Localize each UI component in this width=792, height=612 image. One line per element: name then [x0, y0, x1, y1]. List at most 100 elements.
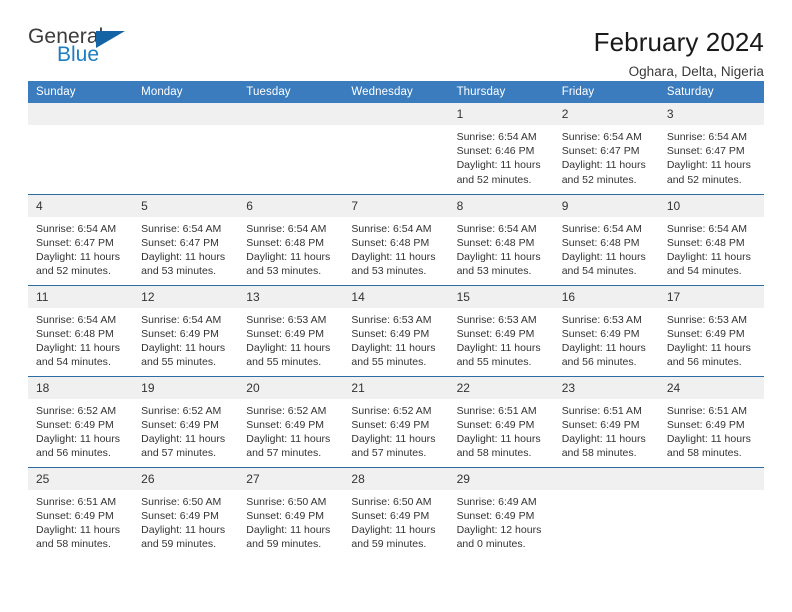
daylight-duration-line1: Daylight: 11 hours [246, 250, 331, 263]
daylight-duration-line2: and 57 minutes. [351, 447, 427, 460]
calendar-day-cell[interactable]: 22 Sunrise: 6:51 AM Sunset: 6:49 PM Dayligh… [448, 375, 554, 467]
day-sun-info: Sunrise: 6:54 AM Sunset: 6:48 PM Daylight:… [343, 217, 448, 279]
daylight-duration-line1: Daylight: 11 hours [666, 432, 751, 445]
calendar-day-cell[interactable]: 10 Sunrise: 6:54 AM Sunset: 6:48 PM Dayligh… [658, 193, 764, 285]
page-title: February 2024 [593, 27, 764, 57]
daylight-duration-line2: and 57 minutes. [246, 447, 322, 460]
day-number: 8 [448, 194, 554, 217]
daylight-duration-line1: Daylight: 11 hours [561, 159, 646, 172]
day-number: 5 [133, 194, 239, 217]
calendar-day-cell[interactable]: 29 Sunrise: 6:49 AM Sunset: 6:49 PM Dayligh… [448, 466, 554, 558]
day-number [343, 103, 449, 125]
day-number: 22 [448, 376, 554, 399]
sunrise-time: Sunrise: 6:49 AM [456, 495, 537, 508]
daylight-duration-line2: and 56 minutes. [666, 356, 742, 369]
day-number [238, 103, 344, 125]
sunset-time: Sunset: 6:46 PM [456, 145, 535, 158]
sunrise-time: Sunrise: 6:52 AM [141, 404, 222, 417]
sunset-time: Sunset: 6:47 PM [561, 145, 640, 158]
sunrise-time: Sunrise: 6:53 AM [561, 313, 642, 326]
sunset-time: Sunset: 6:48 PM [456, 236, 535, 249]
calendar-day-cell[interactable]: 16 Sunrise: 6:53 AM Sunset: 6:49 PM Dayligh… [553, 284, 659, 376]
day-number: 13 [238, 285, 344, 308]
daylight-duration-line1: Daylight: 12 hours [456, 523, 542, 536]
sunrise-time: Sunrise: 6:54 AM [666, 222, 747, 235]
day-sun-info: Sunrise: 6:54 AM Sunset: 6:48 PM Daylight:… [554, 217, 659, 279]
day-number: 10 [658, 194, 764, 217]
sunrise-time: Sunrise: 6:50 AM [141, 495, 222, 508]
calendar-day-cell[interactable]: 17 Sunrise: 6:53 AM Sunset: 6:49 PM Dayligh… [658, 284, 764, 376]
daylight-duration-line2: and 58 minutes. [36, 538, 111, 551]
sunset-time: Sunset: 6:49 PM [666, 327, 745, 340]
logo-triangle-icon [96, 31, 125, 48]
calendar-day-cell[interactable]: 4 Sunrise: 6:54 AM Sunset: 6:47 PM Daylight… [28, 193, 134, 285]
day-sun-info: Sunrise: 6:51 AM Sunset: 6:49 PM Daylight:… [28, 490, 133, 552]
daylight-duration-line2: and 58 minutes. [456, 447, 532, 460]
daylight-duration-line2: and 52 minutes. [456, 173, 532, 186]
calendar-day-cell[interactable]: 7 Sunrise: 6:54 AM Sunset: 6:48 PM Daylight… [343, 193, 449, 285]
calendar-day-cell[interactable]: 21 Sunrise: 6:52 AM Sunset: 6:49 PM Dayligh… [343, 375, 449, 467]
daylight-duration-line1: Daylight: 11 hours [141, 523, 226, 536]
day-number: 21 [343, 376, 449, 399]
calendar-day-cell[interactable]: 18 Sunrise: 6:52 AM Sunset: 6:49 PM Dayligh… [28, 375, 134, 467]
calendar-cell-empty [658, 466, 764, 558]
calendar-day-cell[interactable]: 11 Sunrise: 6:54 AM Sunset: 6:48 PM Dayligh… [28, 284, 134, 376]
day-sun-info: Sunrise: 6:52 AM Sunset: 6:49 PM Daylight:… [238, 399, 343, 461]
general-blue-logo[interactable]: General Blue [28, 26, 138, 74]
calendar-day-cell[interactable]: 25 Sunrise: 6:51 AM Sunset: 6:49 PM Dayligh… [28, 466, 134, 558]
day-number: 25 [28, 467, 134, 490]
sunrise-time: Sunrise: 6:51 AM [36, 495, 117, 508]
weekday-header-wednesday: Wednesday [343, 81, 449, 103]
daylight-duration-line1: Daylight: 11 hours [246, 523, 331, 536]
daylight-duration-line2: and 54 minutes. [666, 265, 742, 278]
calendar-day-cell[interactable]: 19 Sunrise: 6:52 AM Sunset: 6:49 PM Dayligh… [133, 375, 239, 467]
sunrise-time: Sunrise: 6:52 AM [351, 404, 432, 417]
sunrise-time: Sunrise: 6:50 AM [246, 495, 327, 508]
sunset-time: Sunset: 6:49 PM [36, 418, 114, 431]
daylight-duration-line2: and 59 minutes. [351, 538, 427, 551]
sunset-time: Sunset: 6:47 PM [141, 236, 219, 249]
day-number: 28 [343, 467, 449, 490]
calendar-day-cell[interactable]: 8 Sunrise: 6:54 AM Sunset: 6:48 PM Daylight… [448, 193, 554, 285]
day-sun-info: Sunrise: 6:54 AM Sunset: 6:48 PM Daylight:… [659, 217, 764, 279]
daylight-duration-line2: and 0 minutes. [456, 538, 526, 551]
calendar-day-cell[interactable]: 23 Sunrise: 6:51 AM Sunset: 6:49 PM Dayligh… [553, 375, 659, 467]
sunrise-time: Sunrise: 6:54 AM [456, 131, 537, 143]
daylight-duration-line1: Daylight: 11 hours [36, 432, 121, 445]
calendar-header-row: Sunday Monday Tuesday Wednesday Thursday… [28, 81, 764, 103]
calendar-day-cell[interactable]: 28 Sunrise: 6:50 AM Sunset: 6:49 PM Dayligh… [343, 466, 449, 558]
calendar-day-cell[interactable]: 20 Sunrise: 6:52 AM Sunset: 6:49 PM Dayligh… [238, 375, 344, 467]
day-sun-info: Sunrise: 6:51 AM Sunset: 6:49 PM Daylight:… [659, 399, 764, 461]
daylight-duration-line2: and 52 minutes. [666, 173, 742, 186]
calendar-day-cell[interactable]: 9 Sunrise: 6:54 AM Sunset: 6:48 PM Daylight… [553, 193, 659, 285]
daylight-duration-line1: Daylight: 11 hours [246, 341, 331, 354]
sunset-time: Sunset: 6:49 PM [141, 327, 219, 340]
calendar-day-cell[interactable]: 5 Sunrise: 6:54 AM Sunset: 6:47 PM Daylight… [133, 193, 239, 285]
day-sun-info: Sunrise: 6:52 AM Sunset: 6:49 PM Daylight:… [133, 399, 238, 461]
day-number: 24 [658, 376, 764, 399]
calendar-day-cell[interactable]: 27 Sunrise: 6:50 AM Sunset: 6:49 PM Dayligh… [238, 466, 344, 558]
location-subtitle: Oghara, Delta, Nigeria [628, 63, 764, 79]
sunrise-time: Sunrise: 6:54 AM [351, 222, 432, 235]
daylight-duration-line2: and 56 minutes. [36, 447, 111, 460]
calendar-week-row: 1 Sunrise: 6:54 AM Sunset: 6:46 PM Daylight… [28, 103, 764, 194]
calendar-day-cell[interactable]: 15 Sunrise: 6:53 AM Sunset: 6:49 PM Dayligh… [448, 284, 554, 376]
calendar-day-cell[interactable]: 26 Sunrise: 6:50 AM Sunset: 6:49 PM Dayligh… [133, 466, 239, 558]
calendar-day-cell[interactable]: 3 Sunrise: 6:54 AM Sunset: 6:47 PM Daylight… [658, 103, 764, 194]
calendar-page: General Blue February 2024 Oghara, Delta… [0, 0, 792, 612]
calendar-day-cell[interactable]: 12 Sunrise: 6:54 AM Sunset: 6:49 PM Dayligh… [133, 284, 239, 376]
day-number [28, 103, 134, 125]
calendar-day-cell[interactable]: 6 Sunrise: 6:54 AM Sunset: 6:48 PM Daylight… [238, 193, 344, 285]
daylight-duration-line1: Daylight: 11 hours [141, 250, 226, 263]
sunrise-time: Sunrise: 6:54 AM [246, 222, 327, 235]
sunrise-sunset-calendar: Sunday Monday Tuesday Wednesday Thursday… [28, 81, 764, 558]
calendar-day-cell[interactable]: 2 Sunrise: 6:54 AM Sunset: 6:47 PM Daylight… [553, 103, 659, 194]
sunset-time: Sunset: 6:49 PM [456, 327, 535, 340]
calendar-day-cell[interactable]: 24 Sunrise: 6:51 AM Sunset: 6:49 PM Dayligh… [658, 375, 764, 467]
sunset-time: Sunset: 6:49 PM [351, 509, 430, 522]
calendar-day-cell[interactable]: 13 Sunrise: 6:53 AM Sunset: 6:49 PM Dayligh… [238, 284, 344, 376]
calendar-day-cell[interactable]: 1 Sunrise: 6:54 AM Sunset: 6:46 PM Daylight… [448, 103, 554, 194]
calendar-cell-empty [238, 103, 344, 194]
calendar-day-cell[interactable]: 14 Sunrise: 6:53 AM Sunset: 6:49 PM Dayligh… [343, 284, 449, 376]
sunrise-time: Sunrise: 6:54 AM [666, 131, 747, 143]
